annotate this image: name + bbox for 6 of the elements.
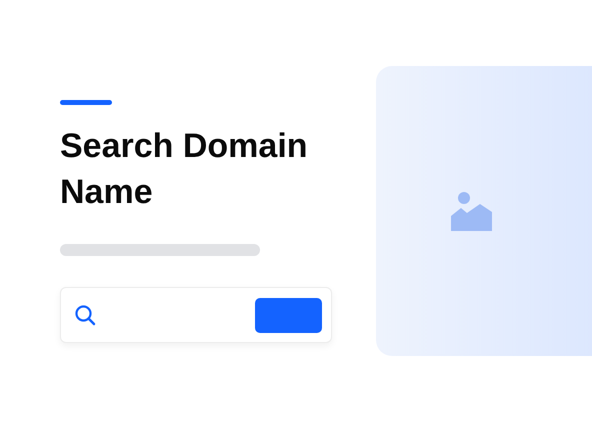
accent-bar	[60, 100, 112, 105]
search-icon	[74, 304, 96, 326]
page-title: Search Domain Name	[60, 126, 309, 213]
image-icon	[451, 190, 493, 232]
search-field[interactable]	[60, 287, 332, 343]
search-button[interactable]	[255, 298, 322, 332]
